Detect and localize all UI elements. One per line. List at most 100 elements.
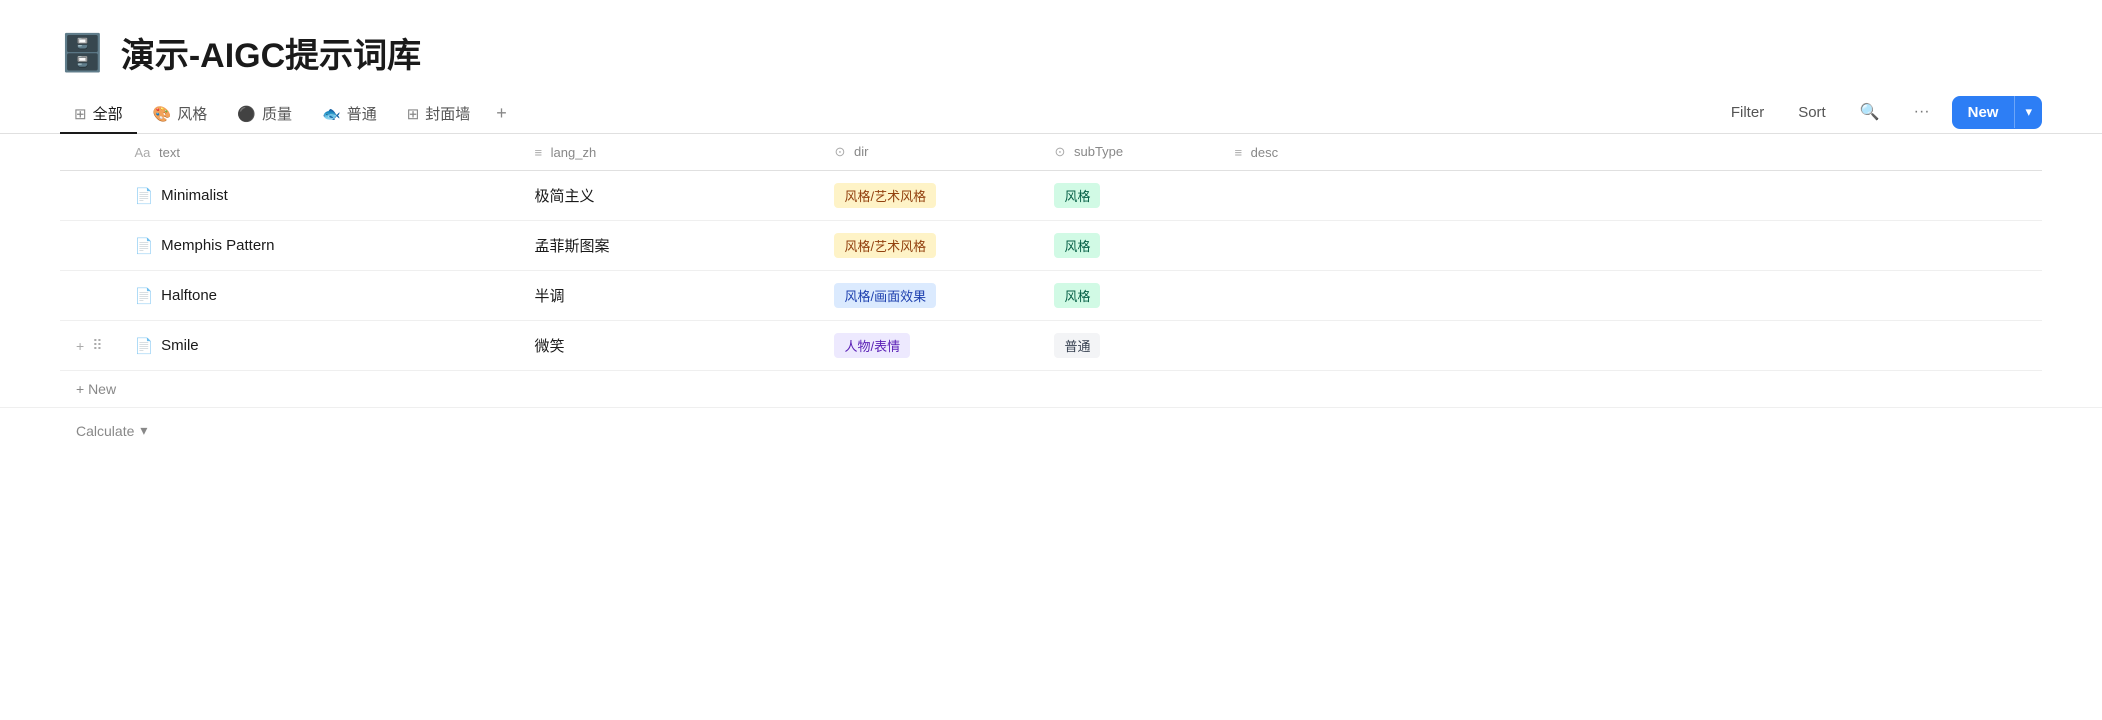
cell-desc[interactable] — [1218, 171, 2042, 221]
tab-normal-label: 普通 — [347, 103, 377, 124]
cell-text[interactable]: 📄 Minimalist — [118, 171, 518, 221]
search-icon: 🔍 — [1860, 102, 1880, 122]
tab-style-label: 风格 — [177, 103, 207, 124]
table-container: Aa text ≡ lang_zh ⊙ dir ⊙ subType — [0, 134, 2102, 371]
cell-lang[interactable]: 微笑 — [518, 321, 818, 371]
calculate-button[interactable]: Calculate ▾ — [0, 408, 2102, 453]
new-button-arrow[interactable]: ▾ — [2014, 96, 2042, 128]
row-add-icon[interactable]: + — [76, 338, 84, 354]
tab-all[interactable]: ⊞ 全部 — [60, 95, 137, 134]
cell-lang[interactable]: 极简主义 — [518, 171, 818, 221]
col-text-label: text — [159, 145, 180, 160]
more-icon: ··· — [1914, 103, 1930, 121]
col-sub-label: subType — [1074, 144, 1123, 159]
filter-button[interactable]: Filter — [1719, 98, 1776, 127]
tab-style[interactable]: 🎨 风格 — [139, 95, 222, 134]
col-text-icon: Aa — [134, 145, 150, 160]
new-row-label: + New — [76, 381, 116, 397]
table-row[interactable]: 📄 Memphis Pattern 孟菲斯图案 风格/艺术风格 风格 — [60, 221, 2042, 271]
cell-dir-tag: 风格/艺术风格 — [834, 233, 936, 258]
doc-icon: 📄 — [134, 337, 153, 355]
more-button[interactable]: ··· — [1902, 97, 1942, 127]
cell-desc[interactable] — [1218, 321, 2042, 371]
cell-subtype[interactable]: 风格 — [1038, 221, 1218, 271]
row-controls-cell — [60, 171, 118, 221]
search-button[interactable]: 🔍 — [1848, 96, 1892, 128]
app-container: 🗄️ 演示-AIGC提示词库 ⊞ 全部 🎨 风格 ⚫ 质量 🐟 普通 ⊞ — [0, 0, 2102, 720]
sort-button[interactable]: Sort — [1786, 98, 1838, 127]
cell-subtype[interactable]: 风格 — [1038, 271, 1218, 321]
row-controls: + ⠿ — [76, 337, 102, 354]
toolbar: ⊞ 全部 🎨 风格 ⚫ 质量 🐟 普通 ⊞ 封面墙 + — [0, 77, 2102, 134]
cell-text[interactable]: 📄 Halftone — [118, 271, 518, 321]
table-row[interactable]: 📄 Minimalist 极简主义 风格/艺术风格 风格 — [60, 171, 2042, 221]
col-desc-label: desc — [1251, 145, 1278, 160]
filter-label: Filter — [1731, 104, 1764, 121]
sort-label: Sort — [1798, 104, 1826, 121]
tab-cover-label: 封面墙 — [425, 103, 470, 124]
cell-dir[interactable]: 风格/艺术风格 — [818, 171, 1038, 221]
cell-dir-tag: 人物/表情 — [834, 333, 910, 358]
col-sub-icon: ⊙ — [1054, 144, 1065, 159]
cell-subtype[interactable]: 风格 — [1038, 171, 1218, 221]
data-table: Aa text ≡ lang_zh ⊙ dir ⊙ subType — [60, 134, 2042, 371]
cell-lang-value: 半调 — [534, 288, 564, 305]
new-button[interactable]: New ▾ — [1952, 96, 2042, 129]
tab-add-button[interactable]: + — [486, 95, 517, 134]
col-desc-icon: ≡ — [1234, 145, 1242, 160]
col-dir-icon: ⊙ — [834, 144, 845, 159]
col-header-dir[interactable]: ⊙ dir — [818, 134, 1038, 171]
tab-all-icon: ⊞ — [74, 105, 87, 123]
cell-text-value: Minimalist — [161, 187, 228, 204]
cell-text-value: Memphis Pattern — [161, 237, 274, 254]
tab-normal[interactable]: 🐟 普通 — [308, 95, 391, 134]
cell-text[interactable]: 📄 Memphis Pattern — [118, 221, 518, 271]
page-title-icon: 🗄️ — [60, 32, 105, 74]
new-row-button[interactable]: + New — [0, 371, 2102, 408]
tab-quality[interactable]: ⚫ 质量 — [223, 95, 306, 134]
cell-desc[interactable] — [1218, 221, 2042, 271]
col-dir-label: dir — [854, 144, 868, 159]
doc-icon: 📄 — [134, 187, 153, 205]
page-header: 🗄️ 演示-AIGC提示词库 — [0, 0, 2102, 77]
row-controls-cell — [60, 221, 118, 271]
calculate-label: Calculate — [76, 423, 134, 439]
tab-style-icon: 🎨 — [153, 105, 172, 123]
new-button-label: New — [1952, 96, 2015, 129]
table-row[interactable]: 📄 Halftone 半调 风格/画面效果 风格 — [60, 271, 2042, 321]
tab-quality-label: 质量 — [262, 103, 292, 124]
cell-text-value: Smile — [161, 337, 199, 354]
cell-subtype-tag: 风格 — [1054, 233, 1100, 258]
row-drag-icon[interactable]: ⠿ — [92, 337, 102, 354]
row-controls-cell — [60, 271, 118, 321]
toolbar-actions: Filter Sort 🔍 ··· New ▾ — [1719, 96, 2042, 129]
cell-lang[interactable]: 半调 — [518, 271, 818, 321]
cell-dir-tag: 风格/画面效果 — [834, 283, 936, 308]
doc-icon: 📄 — [134, 237, 153, 255]
col-header-subtype[interactable]: ⊙ subType — [1038, 134, 1218, 171]
tabs: ⊞ 全部 🎨 风格 ⚫ 质量 🐟 普通 ⊞ 封面墙 + — [60, 95, 1719, 133]
cell-subtype-tag: 普通 — [1054, 333, 1100, 358]
table-row[interactable]: + ⠿ 📄 Smile 微笑人物/表情 普通 — [60, 321, 2042, 371]
cell-lang[interactable]: 孟菲斯图案 — [518, 221, 818, 271]
cell-subtype[interactable]: 普通 — [1038, 321, 1218, 371]
cell-dir-tag: 风格/艺术风格 — [834, 183, 936, 208]
cell-dir[interactable]: 风格/艺术风格 — [818, 221, 1038, 271]
col-header-desc[interactable]: ≡ desc — [1218, 134, 2042, 171]
row-controls-cell: + ⠿ — [60, 321, 118, 371]
cell-dir[interactable]: 人物/表情 — [818, 321, 1038, 371]
cell-lang-value: 孟菲斯图案 — [534, 238, 609, 255]
tab-cover[interactable]: ⊞ 封面墙 — [393, 95, 485, 134]
table-header-row: Aa text ≡ lang_zh ⊙ dir ⊙ subType — [60, 134, 2042, 171]
calculate-arrow: ▾ — [140, 422, 147, 439]
cell-text[interactable]: 📄 Smile — [118, 321, 518, 371]
cell-text-value: Halftone — [161, 287, 217, 304]
cell-dir[interactable]: 风格/画面效果 — [818, 271, 1038, 321]
cell-desc[interactable] — [1218, 271, 2042, 321]
tab-cover-icon: ⊞ — [407, 105, 420, 123]
cell-lang-value: 极简主义 — [534, 188, 594, 205]
tab-all-label: 全部 — [93, 103, 123, 124]
col-header-lang[interactable]: ≡ lang_zh — [518, 134, 818, 171]
col-header-text[interactable]: Aa text — [118, 134, 518, 171]
col-lang-label: lang_zh — [551, 145, 597, 160]
